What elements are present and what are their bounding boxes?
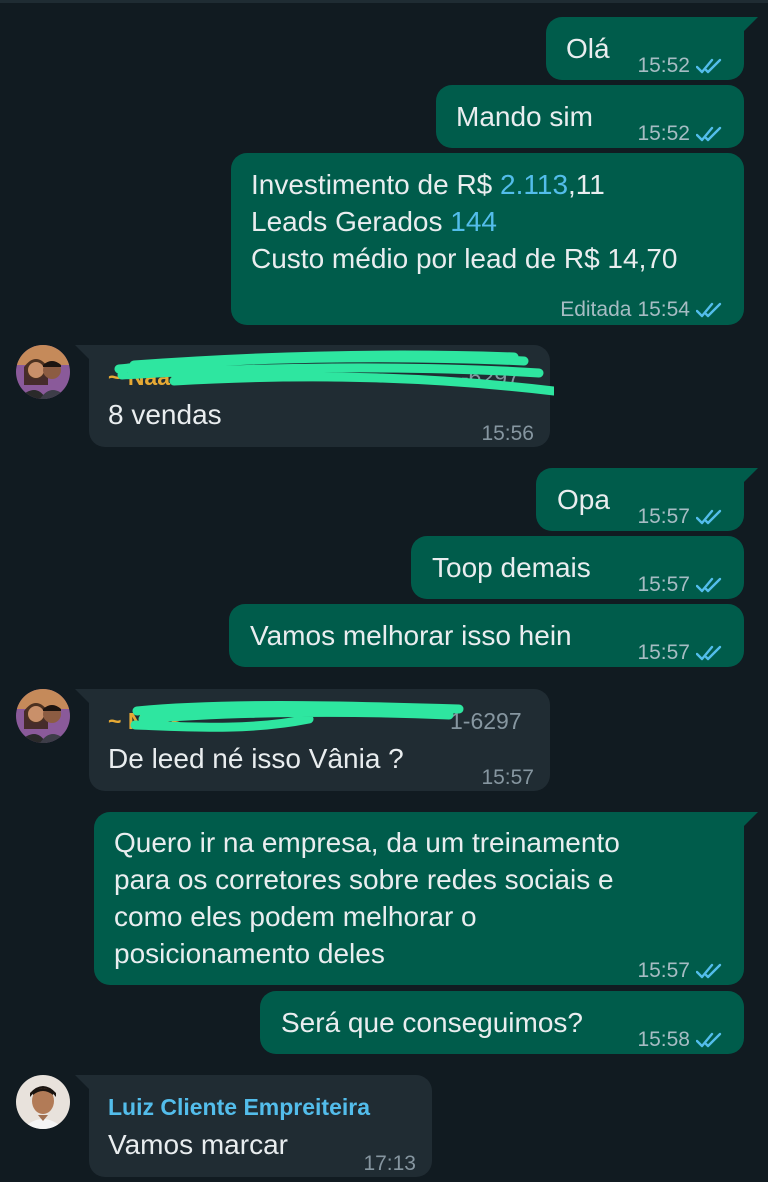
man-avatar-icon <box>16 1075 70 1129</box>
message-time: 15:57 <box>481 766 534 789</box>
message-time: 15:57 <box>637 641 690 664</box>
message-meta: 15:57 <box>637 498 726 535</box>
message-text: Vamos marcar <box>108 1129 288 1160</box>
message-line: Quero ir na empresa, da um treinamento <box>114 827 620 858</box>
redaction-scribble <box>114 350 554 396</box>
message-text: ,11 <box>568 169 605 200</box>
double-check-icon <box>696 302 722 317</box>
message-meta: 15:57 <box>637 952 726 989</box>
incoming-message[interactable]: ~ Naas 1-6297 De leed né isso Vânia ? 15… <box>75 689 550 791</box>
redaction-scribble <box>130 701 464 732</box>
couple-avatar-icon <box>16 689 70 743</box>
message-time: 15:56 <box>481 422 534 445</box>
message-text: Olá <box>566 33 610 64</box>
double-check-icon <box>696 1032 722 1047</box>
message-time: 15:52 <box>637 122 690 145</box>
outgoing-message[interactable]: Mando sim 15:52 <box>436 85 744 148</box>
message-time: 15:57 <box>637 505 690 528</box>
double-check-icon <box>696 577 722 592</box>
message-meta: 15:57 <box>637 566 726 603</box>
message-text: Será que conseguimos? <box>281 1007 583 1038</box>
message-text: Leads Gerados <box>251 206 451 237</box>
message-text: Custo médio por lead de R$ 14,70 <box>251 243 678 274</box>
message-meta: 15:58 <box>637 1021 726 1058</box>
message-text: Mando sim <box>456 101 593 132</box>
top-divider <box>0 0 768 3</box>
outgoing-message[interactable]: Investimento de R$ 2.113,11 Leads Gerado… <box>231 153 744 325</box>
message-time: 15:57 <box>637 573 690 596</box>
message-text: Toop demais <box>432 552 591 583</box>
message-text: 8 vendas <box>108 399 222 430</box>
incoming-message[interactable]: ~ Naas -6297 8 vendas 15:56 <box>75 345 554 447</box>
highlighted-number[interactable]: 144 <box>450 206 497 237</box>
outgoing-message[interactable]: Opa 15:57 <box>536 468 758 531</box>
outgoing-message[interactable]: Olá 15:52 <box>546 17 758 80</box>
edited-label: Editada <box>560 298 632 321</box>
message-line: Investimento de R$ 2.113,11 <box>251 166 605 203</box>
message-meta: 15:56 <box>481 415 534 452</box>
message-time: 15:52 <box>637 54 690 77</box>
message-meta: 15:52 <box>637 47 726 84</box>
message-line: Custo médio por lead de R$ 14,70 <box>251 240 678 277</box>
message-text: Opa <box>557 484 610 515</box>
double-check-icon <box>696 963 722 978</box>
message-time: 15:54 <box>637 298 690 321</box>
message-time: 15:57 <box>637 959 690 982</box>
double-check-icon <box>696 126 722 141</box>
incoming-message[interactable]: Luiz Cliente Empreiteira Vamos marcar 17… <box>75 1075 432 1177</box>
message-meta: 17:13 <box>363 1145 416 1182</box>
outgoing-message[interactable]: Toop demais 15:57 <box>411 536 744 599</box>
couple-avatar-icon <box>16 345 70 399</box>
outgoing-message[interactable]: Será que conseguimos? 15:58 <box>260 991 744 1054</box>
message-line: para os corretores sobre redes sociais e <box>114 864 614 895</box>
outgoing-message[interactable]: Vamos melhorar isso hein 15:57 <box>229 604 744 667</box>
outgoing-message[interactable]: Quero ir na empresa, da um treinamento p… <box>94 812 758 985</box>
message-meta: 15:57 <box>637 634 726 671</box>
avatar[interactable] <box>16 345 70 399</box>
message-text: Investimento de R$ <box>251 169 501 200</box>
message-text: Vamos melhorar isso hein <box>250 620 572 651</box>
double-check-icon <box>696 645 722 660</box>
message-meta: 15:52 <box>637 115 726 152</box>
double-check-icon <box>696 509 722 524</box>
avatar[interactable] <box>16 689 70 743</box>
sender-name[interactable]: Luiz Cliente Empreiteira <box>108 1089 370 1126</box>
message-line: posicionamento deles <box>114 938 385 969</box>
double-check-icon <box>696 58 722 73</box>
message-line: Leads Gerados 144 <box>251 203 497 240</box>
highlighted-number[interactable]: 2.113 <box>500 169 568 200</box>
message-meta: Editada 15:54 <box>560 291 726 328</box>
message-text: De leed né isso Vânia ? <box>108 743 404 774</box>
message-meta: 15:57 <box>481 759 534 796</box>
message-time: 17:13 <box>363 1152 416 1175</box>
message-line: como eles podem melhorar o <box>114 901 477 932</box>
avatar[interactable] <box>16 1075 70 1129</box>
message-time: 15:58 <box>637 1028 690 1051</box>
